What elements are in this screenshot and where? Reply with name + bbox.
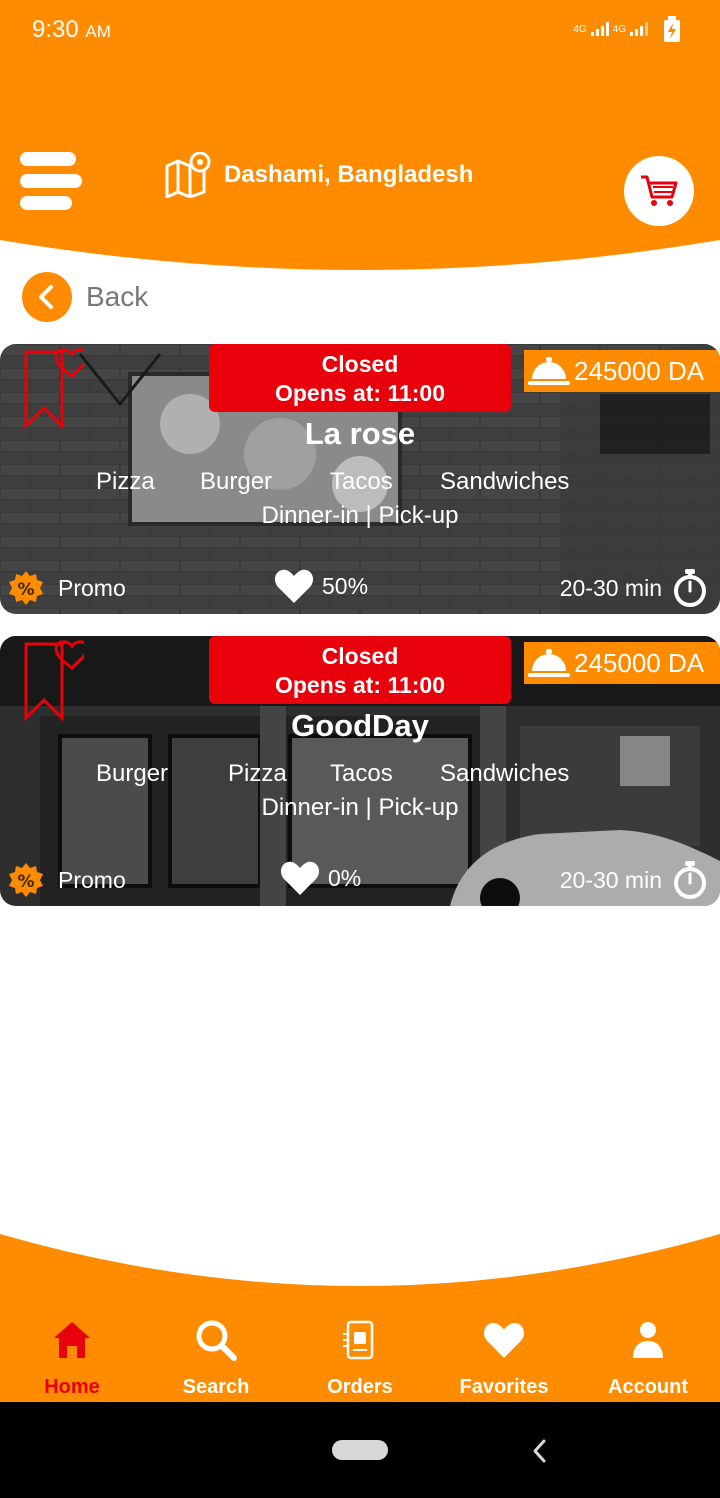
cloche-icon xyxy=(528,649,570,677)
delivery-time: 20-30 min xyxy=(560,860,708,900)
heart-icon xyxy=(483,1322,525,1358)
menu-line xyxy=(20,196,72,210)
cuisine-tag: Pizza xyxy=(228,760,287,787)
map-pin-icon xyxy=(165,152,211,198)
delivery-fee-value: 245000 DA xyxy=(574,647,705,678)
network-label-2: 4G xyxy=(612,23,626,35)
nav-home[interactable]: Home xyxy=(0,1318,144,1399)
svg-text:%: % xyxy=(17,872,34,892)
promo-badge-icon: % xyxy=(9,863,43,897)
promo-badge-icon: % xyxy=(9,571,43,605)
battery-charging-icon xyxy=(664,16,680,42)
restaurant-name: GoodDay xyxy=(291,708,429,743)
location-label: Dashami, Bangladesh xyxy=(224,161,474,188)
network-label-1: 4G xyxy=(573,23,587,35)
cuisine-tag: Burger xyxy=(200,468,273,495)
system-navigation-bar xyxy=(0,1402,720,1498)
back-circle xyxy=(22,272,72,322)
delivery-time-value: 20-30 min xyxy=(559,574,662,601)
cuisine-tag: Tacos xyxy=(330,468,393,495)
system-back-icon[interactable] xyxy=(530,1436,550,1466)
closed-badge: Closed Opens at: 11:00 xyxy=(209,344,511,412)
cuisine-tag: Burger xyxy=(96,760,169,787)
restaurant-name: La rose xyxy=(304,416,416,451)
closed-label: Closed xyxy=(321,643,399,669)
signal-icon xyxy=(590,22,609,36)
nav-home-label: Home xyxy=(44,1376,100,1398)
home-icon xyxy=(54,1322,90,1358)
promo-tag: % Promo xyxy=(8,570,126,606)
status-time: 9:30 AM xyxy=(32,16,111,43)
user-icon xyxy=(633,1322,663,1358)
search-icon xyxy=(196,1320,237,1361)
service-options: Dinner-in | Pick-up xyxy=(261,502,459,529)
chevron-left-icon xyxy=(39,285,53,309)
likes-rating: 0% xyxy=(280,860,361,896)
location-selector[interactable]: Dashami, Bangladesh xyxy=(164,152,473,198)
delivery-fee: 245000 DA xyxy=(524,642,720,684)
cuisine-tag: Sandwiches xyxy=(440,468,570,495)
heart-icon xyxy=(274,569,314,603)
delivery-fee-value: 245000 DA xyxy=(574,355,705,386)
back-button[interactable]: Back xyxy=(22,272,148,322)
back-label: Back xyxy=(86,281,149,312)
delivery-time-value: 20-30 min xyxy=(559,866,662,893)
cart-button[interactable] xyxy=(624,156,694,226)
opens-at-label: Opens at: 11:00 xyxy=(274,380,446,406)
nav-orders-label: Orders xyxy=(327,1376,393,1398)
nav-search[interactable]: Search xyxy=(144,1318,288,1399)
likes-rating: 50% xyxy=(274,568,368,604)
service-options: Dinner-in | Pick-up xyxy=(261,794,459,821)
svg-text:%: % xyxy=(17,580,34,600)
closed-label: Closed xyxy=(321,351,399,377)
opens-at-label: Opens at: 11:00 xyxy=(274,672,446,698)
status-icons: 4G 4G xyxy=(573,16,682,42)
cuisine-tag: Pizza xyxy=(96,468,155,495)
restaurant-card[interactable]: Closed Opens at: 11:00 245000 DA La rose… xyxy=(0,344,720,614)
nav-search-label: Search xyxy=(182,1376,250,1398)
nav-account[interactable]: Account xyxy=(576,1318,720,1399)
restaurant-card[interactable]: Closed Opens at: 11:00 245000 DA GoodDay… xyxy=(0,636,720,906)
menu-line xyxy=(20,174,82,188)
menu-button[interactable] xyxy=(20,152,82,210)
promo-label: Promo xyxy=(58,574,126,601)
delivery-time: 20-30 min xyxy=(560,568,708,608)
nav-favorites[interactable]: Favorites xyxy=(432,1318,576,1399)
app-header: 9:30 AM 4G 4G Dashami, Bangladesh xyxy=(0,0,720,272)
cloche-icon xyxy=(528,357,570,385)
likes-value: 50% xyxy=(322,572,369,599)
stopwatch-icon xyxy=(674,569,706,607)
nav-account-label: Account xyxy=(608,1376,688,1398)
bottom-navigation: Home Search Orders Favorites Account xyxy=(0,1228,720,1402)
signal-icon-2 xyxy=(630,22,648,36)
cuisine-tag: Tacos xyxy=(330,760,393,787)
delivery-fee: 245000 DA xyxy=(524,350,720,392)
orders-icon xyxy=(343,1320,374,1360)
likes-value: 0% xyxy=(328,864,362,891)
cuisine-tag: Sandwiches xyxy=(440,760,570,787)
system-home-button[interactable] xyxy=(332,1440,388,1460)
promo-label: Promo xyxy=(58,866,126,893)
nav-orders[interactable]: Orders xyxy=(288,1318,432,1399)
nav-favorites-label: Favorites xyxy=(459,1376,549,1398)
promo-tag: % Promo xyxy=(8,862,126,898)
closed-badge: Closed Opens at: 11:00 xyxy=(209,636,511,704)
cart-icon xyxy=(641,175,678,206)
stopwatch-icon xyxy=(674,861,706,899)
heart-icon xyxy=(280,861,320,895)
menu-line xyxy=(20,152,76,166)
